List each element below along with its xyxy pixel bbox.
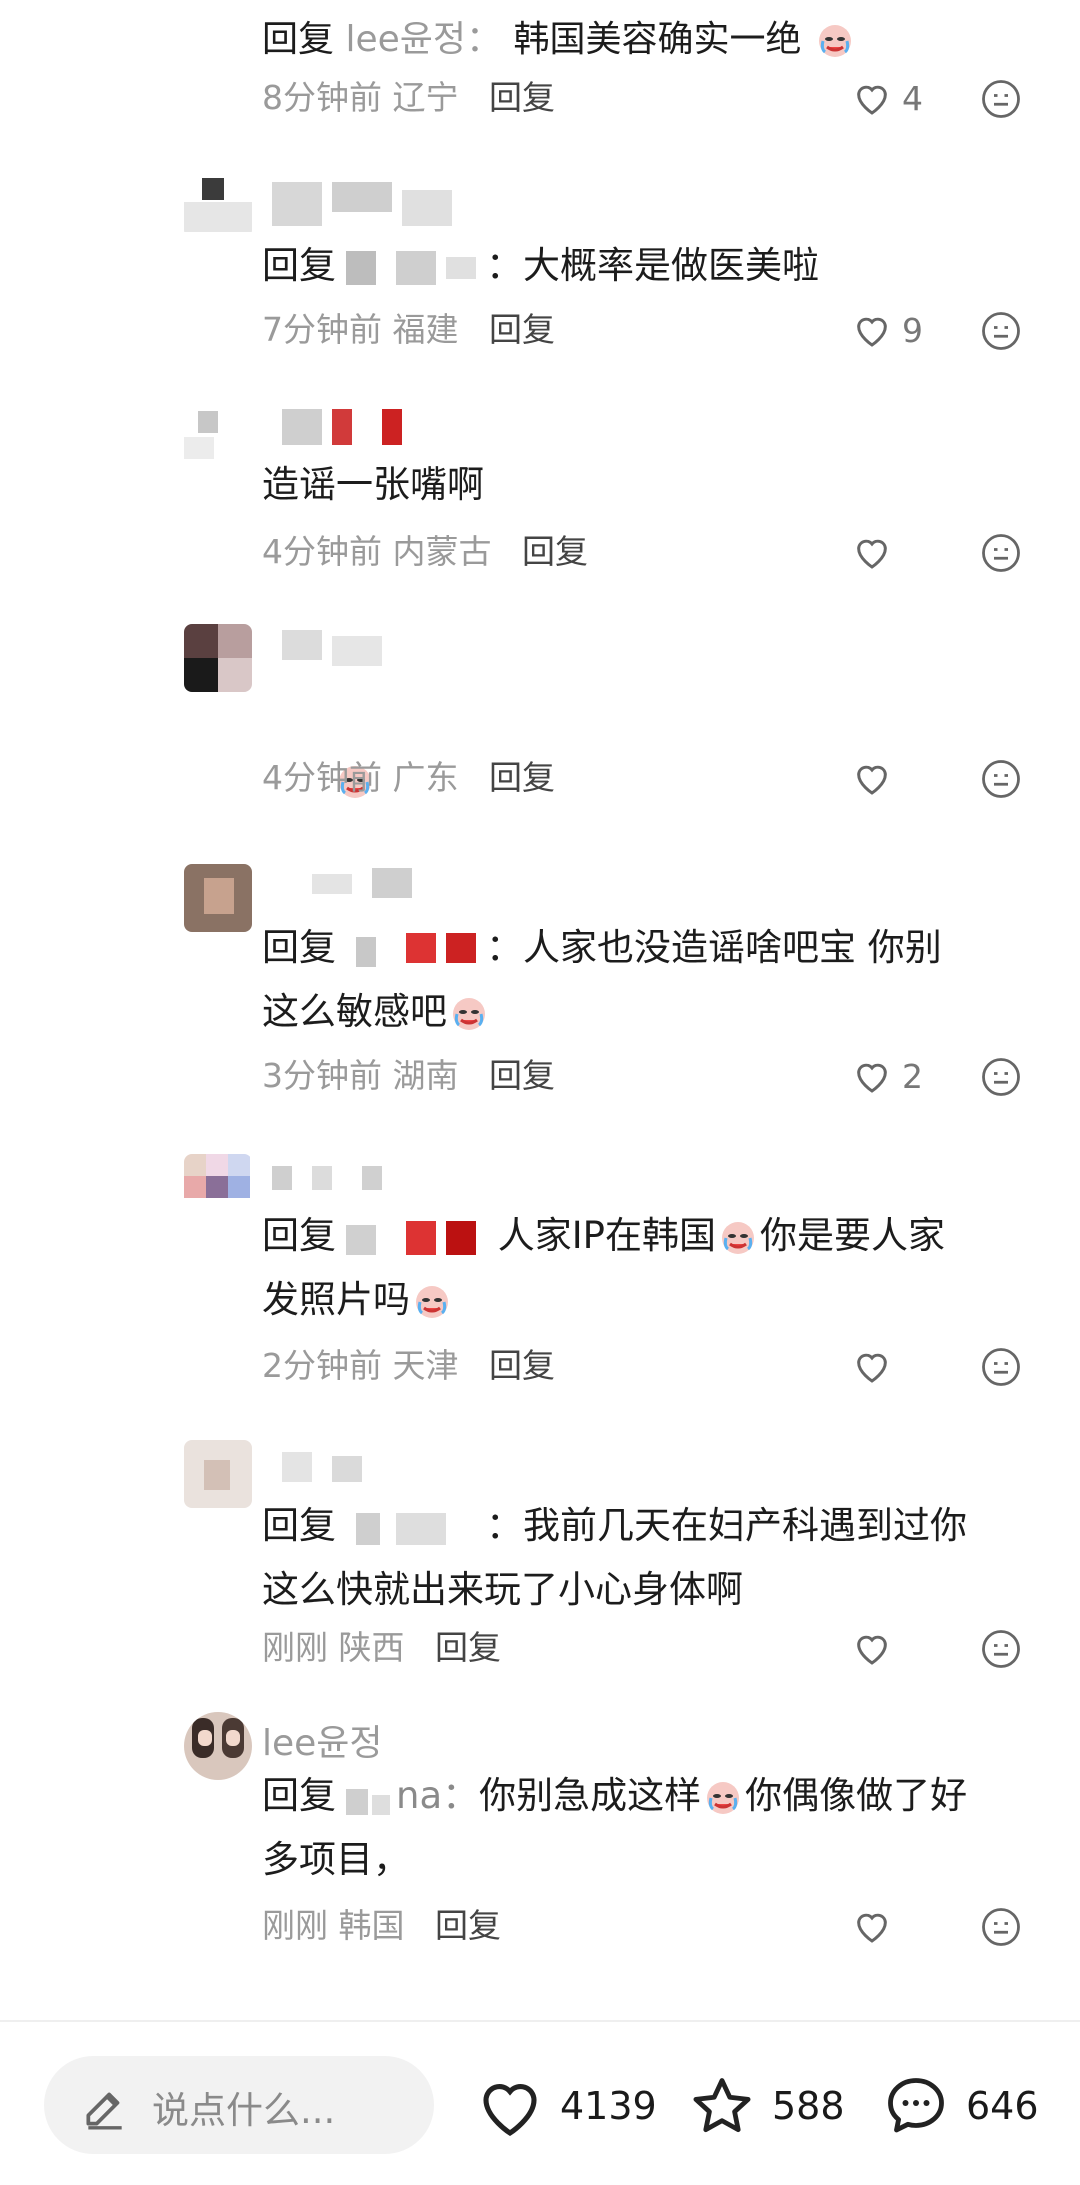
comment-text: 回复 人家IP在韩国 你是要人家 发照片吗 <box>262 1214 945 1321</box>
comment-text: 造谣一张嘴啊 <box>262 463 484 506</box>
avatar[interactable] <box>184 624 252 692</box>
comment-meta: 4分钟前 广东 回复 <box>262 758 555 797</box>
crying-laughing-emoji-icon <box>453 998 485 1030</box>
dislike-face-icon[interactable] <box>980 1906 1022 1948</box>
comment-count: 646 <box>966 2084 1039 2128</box>
like-button[interactable] <box>852 1344 962 1388</box>
bottom-action-bar: 说点什么... 4139 588 646 <box>0 2022 1080 2185</box>
comment-meta: 2分钟前 天津 回复 <box>262 1346 555 1385</box>
avatar[interactable] <box>184 1712 252 1780</box>
comments-button[interactable]: 646 <box>880 2070 1039 2142</box>
reply-button[interactable]: 回复 <box>435 1628 501 1667</box>
blurred-mention <box>336 932 486 967</box>
comment-text: 回复 ：大概率是做医美啦 <box>262 244 819 287</box>
reply-button[interactable]: 回复 <box>489 1056 555 1095</box>
like-post-button[interactable]: 4139 <box>474 2070 657 2142</box>
crying-laughing-emoji-icon <box>416 1286 448 1318</box>
like-button[interactable] <box>852 530 962 574</box>
heart-icon <box>857 765 887 795</box>
like-button[interactable] <box>852 1904 962 1948</box>
avatar[interactable] <box>184 1440 252 1508</box>
username[interactable] <box>262 1452 492 1496</box>
reply-button[interactable]: 回复 <box>522 532 588 571</box>
post-like-count: 4139 <box>560 2084 657 2128</box>
username[interactable] <box>262 630 492 674</box>
crying-laughing-emoji-icon <box>722 1222 754 1254</box>
comment-meta: 刚刚 陕西 回复 <box>262 1628 501 1667</box>
heart-icon <box>857 85 887 115</box>
comment-text: 回复 ：我前几天在妇产科遇到过你 这么快就出来玩了小心身体啊 <box>262 1504 967 1611</box>
blurred-mention <box>336 250 486 285</box>
reply-button[interactable]: 回复 <box>489 78 555 117</box>
heart-icon <box>857 1353 887 1383</box>
like-count: 4 <box>902 78 923 118</box>
heart-icon <box>857 1063 887 1093</box>
reply-button[interactable]: 回复 <box>489 310 555 349</box>
dislike-face-icon[interactable] <box>980 78 1022 120</box>
like-button[interactable]: 4 <box>852 76 962 120</box>
comment-meta: 刚刚 韩国 回复 <box>262 1906 501 1945</box>
comment-meta: 8分钟前 辽宁 回复 <box>262 78 555 117</box>
star-icon <box>693 2078 751 2133</box>
heart-icon <box>857 317 887 347</box>
pencil-icon <box>86 2092 122 2130</box>
dislike-face-icon[interactable] <box>980 758 1022 800</box>
blurred-mention <box>336 1220 486 1255</box>
comment-input-placeholder: 说点什么... <box>152 2089 336 2132</box>
username[interactable] <box>262 182 492 226</box>
crying-laughing-emoji-icon <box>818 25 851 57</box>
like-button[interactable]: 9 <box>852 308 962 352</box>
username[interactable]: lee윤정 <box>262 1714 383 1764</box>
heart-icon <box>857 1635 887 1665</box>
dislike-face-icon[interactable] <box>980 1628 1022 1670</box>
username[interactable] <box>262 409 492 453</box>
blurred-mention <box>336 1511 486 1545</box>
reply-button[interactable]: 回复 <box>489 758 555 797</box>
dislike-face-icon[interactable] <box>980 310 1022 352</box>
heart-icon <box>857 1913 887 1943</box>
favorite-button[interactable]: 588 <box>686 2070 845 2142</box>
comment-text: 回复 ：人家也没造谣啥吧宝 你别 这么敏感吧 <box>262 926 942 1033</box>
username[interactable] <box>262 1160 492 1204</box>
comment-text: 回复 na：你别急成这样 你偶像做了好 多项目， <box>262 1774 968 1881</box>
like-count: 2 <box>902 1056 923 1096</box>
like-count: 9 <box>902 310 923 350</box>
dislike-face-icon[interactable] <box>980 1346 1022 1388</box>
favorite-count: 588 <box>772 2084 845 2128</box>
avatar[interactable] <box>184 401 252 469</box>
heart-icon <box>857 539 887 569</box>
avatar[interactable] <box>184 864 252 932</box>
like-button[interactable] <box>852 1626 962 1670</box>
username[interactable] <box>262 868 492 912</box>
avatar[interactable] <box>184 1154 252 1222</box>
dislike-face-icon[interactable] <box>980 1056 1022 1098</box>
comment-meta: 3分钟前 湖南 回复 <box>262 1056 555 1095</box>
like-button[interactable] <box>852 756 962 800</box>
comment-meta: 7分钟前 福建 回复 <box>262 310 555 349</box>
comment-bubble-icon <box>888 2078 944 2133</box>
reply-button[interactable]: 回复 <box>435 1906 501 1945</box>
crying-laughing-emoji-icon <box>707 1782 740 1814</box>
comment-input[interactable]: 说点什么... <box>44 2056 434 2154</box>
dislike-face-icon[interactable] <box>980 532 1022 574</box>
blurred-mention <box>336 1781 396 1815</box>
reply-button[interactable]: 回复 <box>489 1346 555 1385</box>
heart-icon <box>483 2084 537 2137</box>
comment-text: 回复 lee윤정： 韩国美容确实一绝 <box>262 10 857 62</box>
avatar[interactable] <box>184 170 252 238</box>
comment-meta: 4分钟前 内蒙古 回复 <box>262 532 588 571</box>
like-button[interactable]: 2 <box>852 1054 962 1098</box>
